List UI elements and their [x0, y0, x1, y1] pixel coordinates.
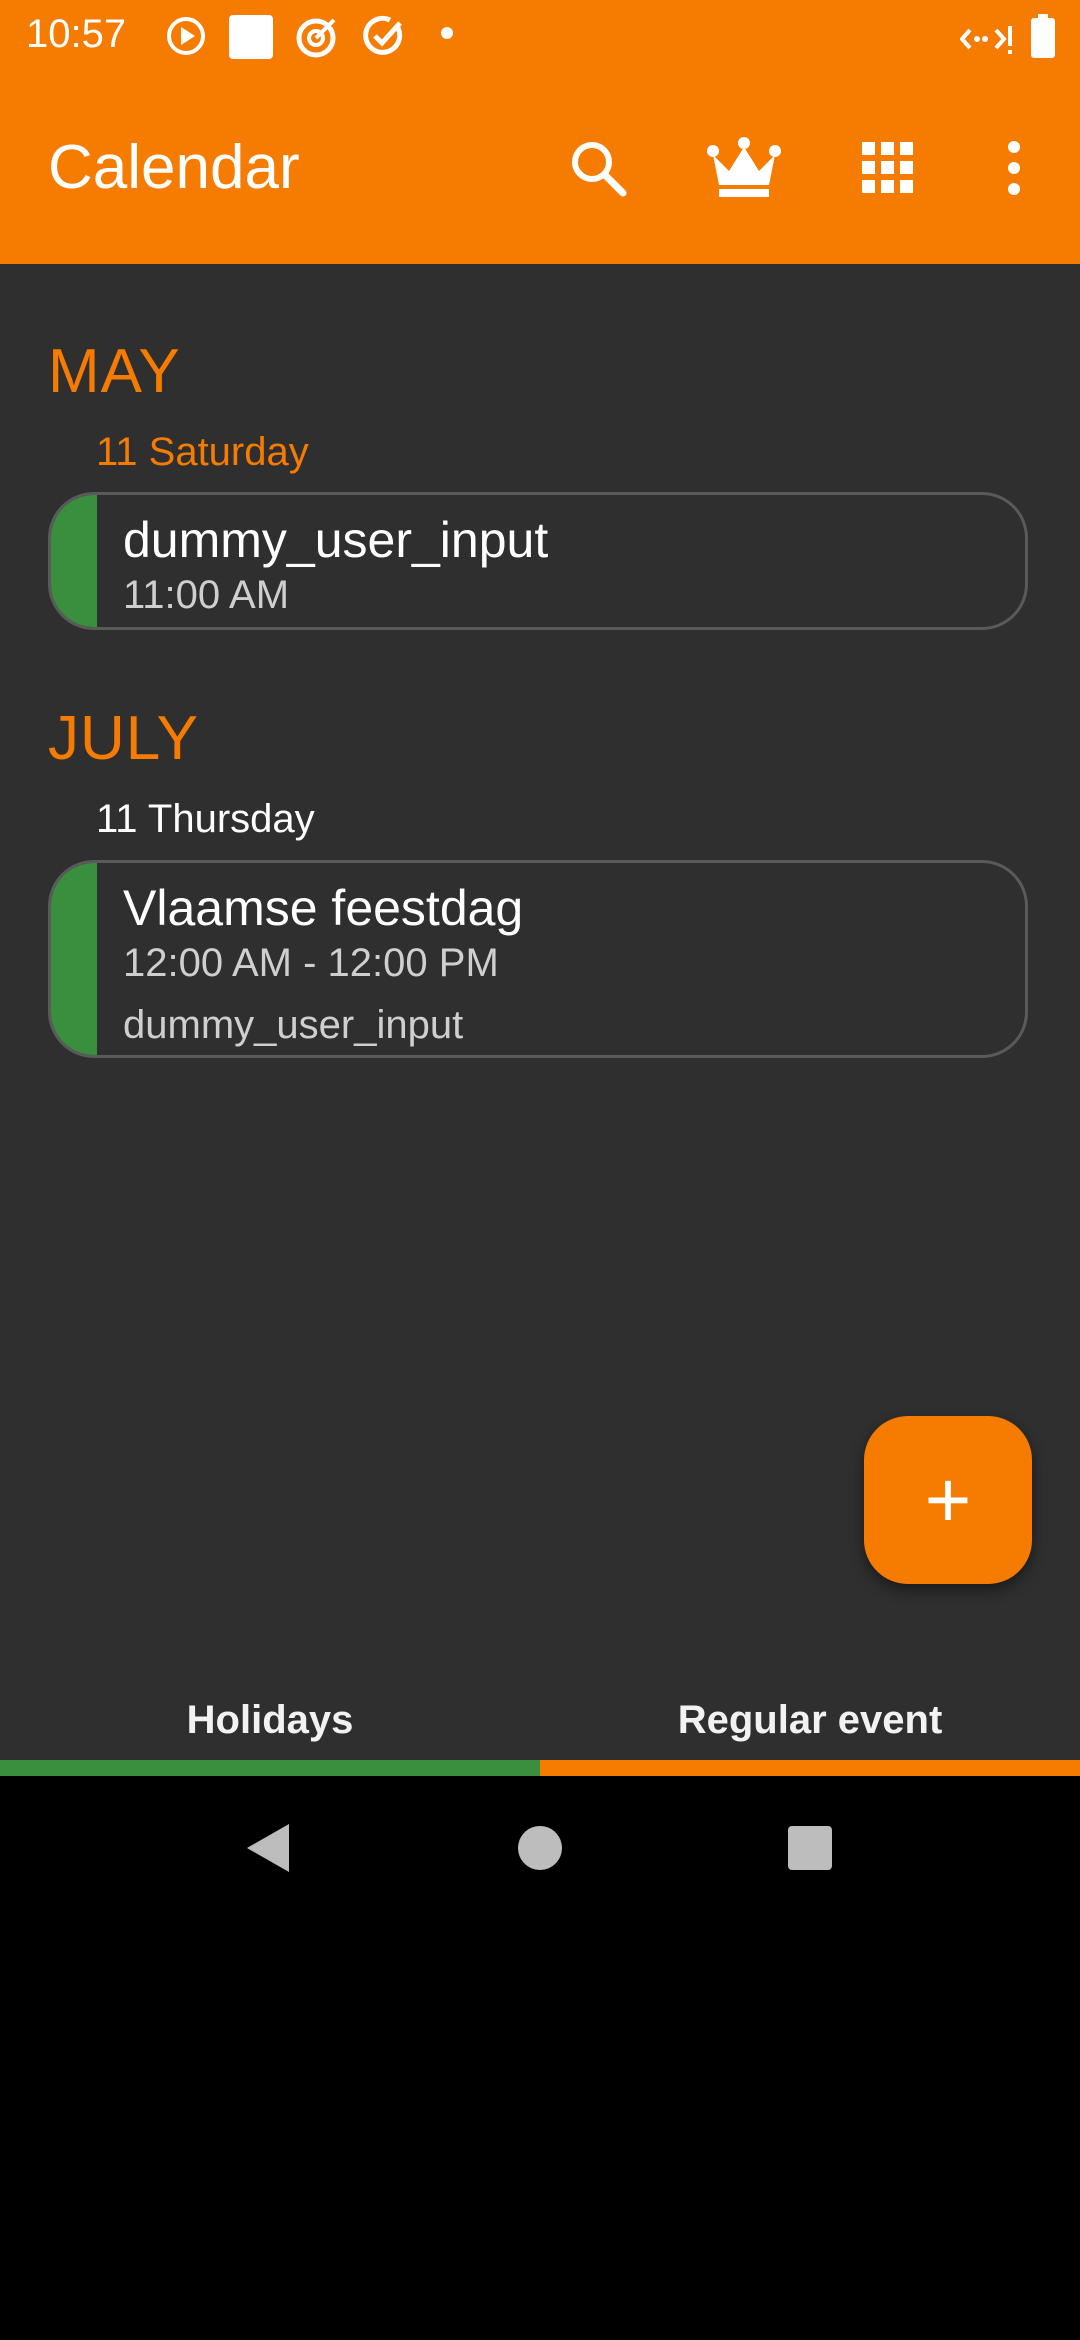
dot-icon: [440, 26, 454, 45]
check-circle-icon: [362, 14, 406, 63]
top-bar: 10:57 Calendar: [0, 0, 1080, 264]
event-time: 11:00 AM: [123, 573, 290, 617]
battery-icon: [1030, 14, 1056, 63]
holiday-color-stripe: [51, 863, 97, 1055]
back-icon[interactable]: [228, 1808, 308, 1888]
signal-icon: [959, 22, 1014, 61]
navigation-bar: [0, 1776, 1080, 1922]
tab-regular-event[interactable]: Regular event: [540, 1664, 1080, 1776]
app-title: Calendar: [48, 133, 300, 202]
target-icon: [294, 14, 340, 65]
status-time: 10:57: [26, 12, 127, 56]
day-label: 11 Saturday: [96, 430, 309, 474]
tab-bar: Holidays Regular event: [0, 1664, 1080, 1776]
search-icon[interactable]: [558, 128, 638, 208]
plus-icon: +: [924, 1455, 972, 1544]
event-time: 12:00 AM - 12:00 PM: [123, 941, 499, 985]
add-event-button[interactable]: +: [864, 1416, 1032, 1584]
event-title: dummy_user_input: [123, 512, 549, 568]
app-screen: 10:57 Calendar MAY 11 Saturday dummy_use…: [0, 0, 1080, 1776]
crown-icon[interactable]: [704, 128, 784, 208]
event-card[interactable]: Vlaamse feestdag 12:00 AM - 12:00 PM dum…: [48, 860, 1028, 1058]
event-card[interactable]: dummy_user_input 11:00 AM: [48, 492, 1028, 630]
tab-regular-event-indicator: [540, 1760, 1080, 1776]
day-label: 11 Thursday: [96, 797, 315, 841]
recents-icon[interactable]: [770, 1808, 850, 1888]
status-bar: 10:57: [0, 0, 1080, 72]
month-header: JULY: [48, 704, 200, 773]
square-icon: [228, 14, 274, 65]
event-title: Vlaamse feestdag: [123, 880, 524, 936]
play-circle-icon: [164, 14, 208, 63]
holiday-color-stripe: [51, 495, 97, 627]
month-header: MAY: [48, 337, 181, 406]
event-note: dummy_user_input: [123, 1003, 464, 1047]
home-icon[interactable]: [500, 1808, 580, 1888]
tab-regular-event-label: Regular event: [677, 1697, 943, 1742]
more-vert-icon[interactable]: [974, 128, 1054, 208]
tab-holidays-label: Holidays: [186, 1697, 354, 1742]
tab-holidays-indicator: [0, 1760, 540, 1776]
tab-holidays[interactable]: Holidays: [0, 1664, 540, 1776]
grid-icon[interactable]: [848, 128, 928, 208]
